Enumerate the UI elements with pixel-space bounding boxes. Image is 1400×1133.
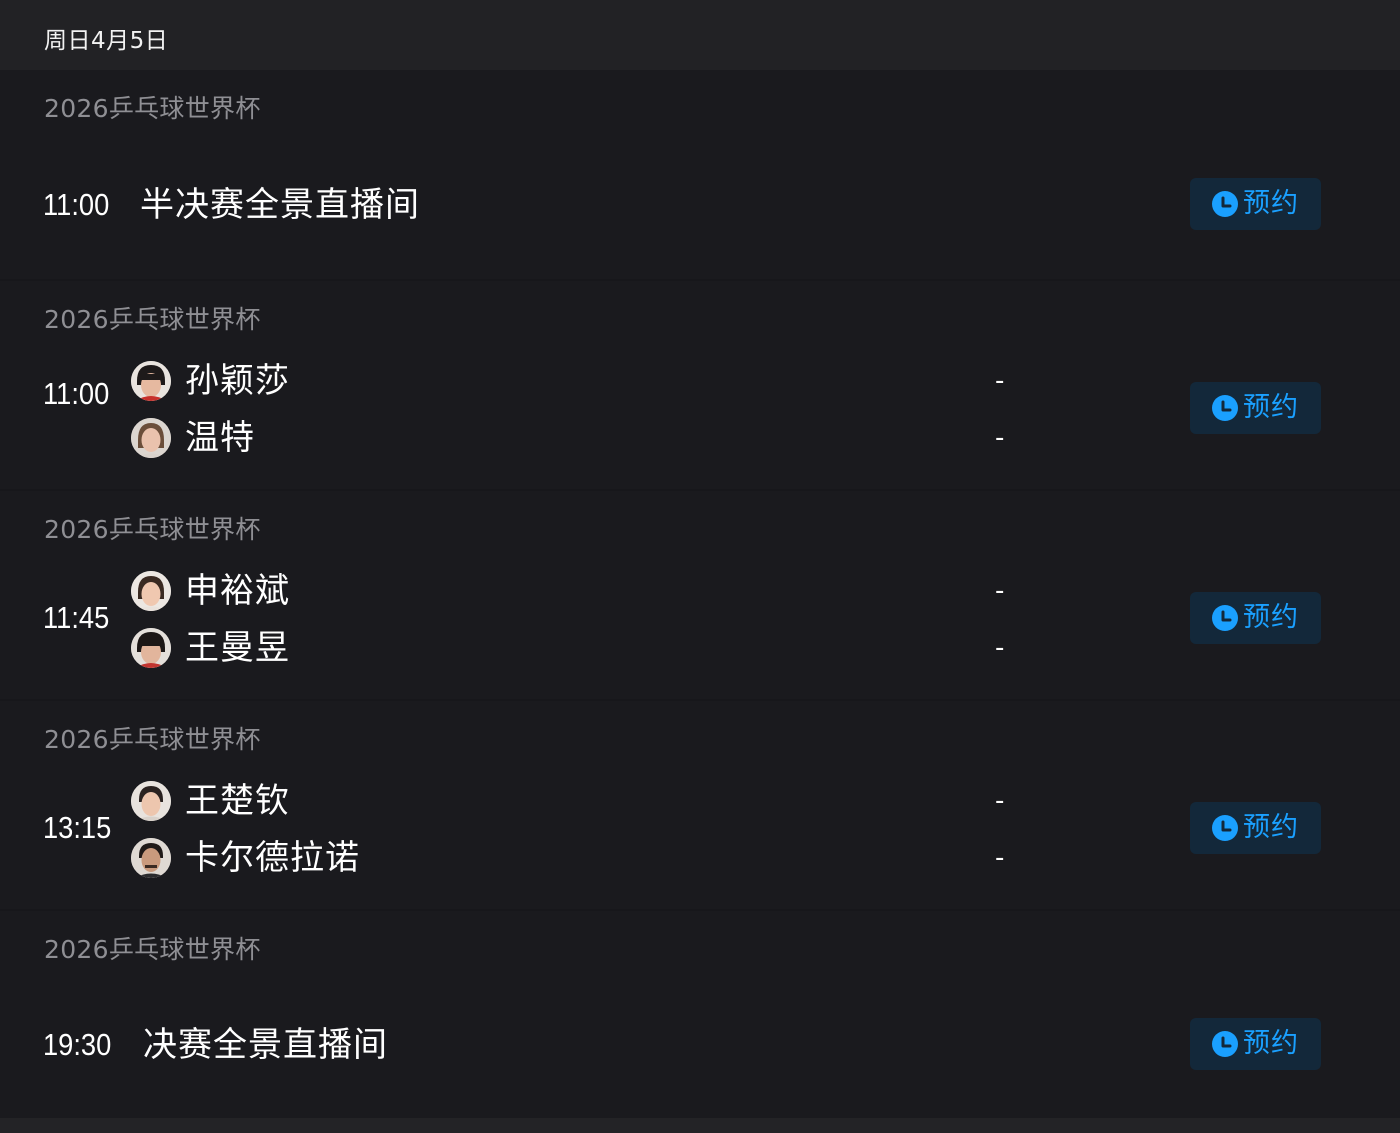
player-avatar — [131, 418, 171, 458]
player-row: 温特 - — [131, 417, 1031, 459]
match-time: 11:00 — [43, 376, 110, 411]
player-name: 孙颖莎 — [185, 361, 290, 401]
player-avatar — [131, 361, 171, 401]
league-label: 2026乒乓球世界杯 — [44, 305, 261, 334]
match-time: 13:15 — [43, 810, 112, 845]
player-avatar — [131, 571, 171, 611]
match-time: 11:00 — [43, 187, 110, 222]
player-avatar — [131, 838, 171, 878]
reserve-label: 预约 — [1243, 188, 1299, 219]
bottom-divider — [0, 1118, 1400, 1133]
match-card[interactable]: 2026乒乓球世界杯 11:45 申裕斌 - 王曼昱 - 预约 — [0, 491, 1400, 699]
clock-icon — [1212, 1031, 1238, 1057]
player-score: - — [995, 366, 1005, 396]
player-name: 卡尔德拉诺 — [185, 838, 360, 878]
match-card[interactable]: 2026乒乓球世界杯 11:00 半决赛全景直播间 预约 — [0, 70, 1400, 279]
player-name: 王曼昱 — [185, 628, 290, 668]
reserve-label: 预约 — [1243, 812, 1299, 843]
player-avatar — [131, 628, 171, 668]
league-label: 2026乒乓球世界杯 — [44, 725, 261, 754]
player-row: 王曼昱 - — [131, 627, 1031, 669]
player-row: 王楚钦 - — [131, 780, 1031, 822]
player-name: 温特 — [185, 418, 255, 458]
reserve-button[interactable]: 预约 — [1190, 592, 1321, 644]
date-label: 周日4月5日 — [44, 28, 169, 54]
league-label: 2026乒乓球世界杯 — [44, 515, 261, 544]
league-label: 2026乒乓球世界杯 — [44, 935, 261, 964]
schedule-page: 周日4月5日 2026乒乓球世界杯 11:00 半决赛全景直播间 预约 2026… — [0, 0, 1400, 1133]
player-avatar — [131, 781, 171, 821]
match-time: 19:30 — [43, 1027, 112, 1062]
date-header: 周日4月5日 — [0, 0, 1400, 70]
clock-icon — [1212, 191, 1238, 217]
match-time: 11:45 — [43, 600, 110, 635]
player-name: 王楚钦 — [185, 781, 290, 821]
reserve-button[interactable]: 预约 — [1190, 382, 1321, 434]
clock-icon — [1212, 815, 1238, 841]
match-card[interactable]: 2026乒乓球世界杯 13:15 王楚钦 - 卡尔德拉诺 - 预约 — [0, 701, 1400, 909]
player-score: - — [995, 843, 1005, 873]
player-score: - — [995, 786, 1005, 816]
player-name: 申裕斌 — [185, 571, 290, 611]
match-card[interactable]: 2026乒乓球世界杯 11:00 孙颖莎 - 温特 - 预约 — [0, 281, 1400, 489]
player-row: 申裕斌 - — [131, 570, 1031, 612]
clock-icon — [1212, 605, 1238, 631]
reserve-label: 预约 — [1243, 392, 1299, 423]
event-title: 决赛全景直播间 — [143, 1025, 388, 1065]
event-title: 半决赛全景直播间 — [140, 185, 420, 225]
reserve-label: 预约 — [1243, 602, 1299, 633]
player-row: 孙颖莎 - — [131, 360, 1031, 402]
reserve-button[interactable]: 预约 — [1190, 178, 1321, 230]
reserve-label: 预约 — [1243, 1028, 1299, 1059]
match-card[interactable]: 2026乒乓球世界杯 19:30 决赛全景直播间 预约 — [0, 911, 1400, 1118]
player-score: - — [995, 576, 1005, 606]
clock-icon — [1212, 395, 1238, 421]
reserve-button[interactable]: 预约 — [1190, 802, 1321, 854]
player-row: 卡尔德拉诺 - — [131, 837, 1031, 879]
player-score: - — [995, 633, 1005, 663]
player-score: - — [995, 423, 1005, 453]
reserve-button[interactable]: 预约 — [1190, 1018, 1321, 1070]
league-label: 2026乒乓球世界杯 — [44, 94, 261, 123]
